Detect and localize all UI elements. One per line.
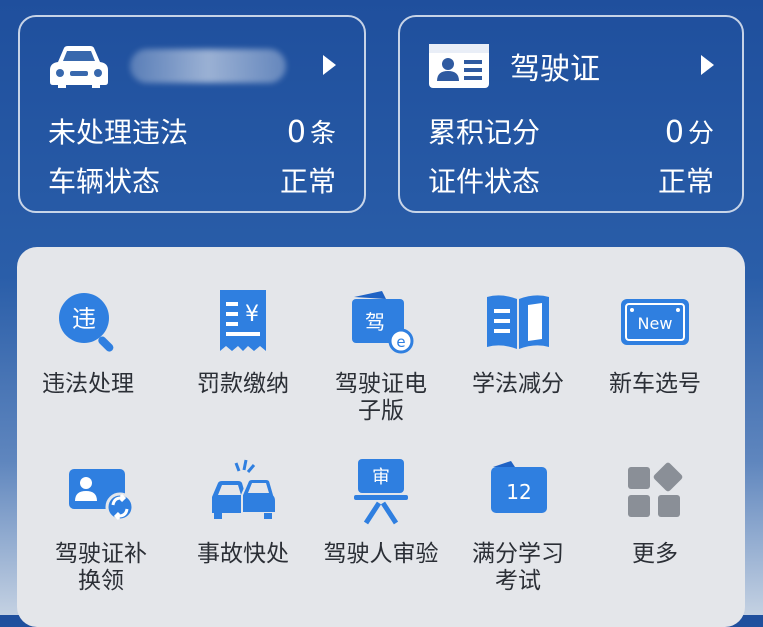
license-card-header[interactable]: 驾驶证 [428,43,718,89]
vehicle-status-row: 车辆状态 正常 [48,160,336,200]
service-driver-review[interactable]: 审 驾驶人审验 [313,457,449,568]
violation-icon-text: 违 [72,305,96,333]
license-status-value: 正常 [657,165,714,198]
new-plate-icon: New [621,299,689,345]
license-card-title: 驾驶证 [510,52,600,87]
accumulated-points-unit: 分 [687,119,714,149]
car-icon [50,46,108,88]
unprocessed-violations-label: 未处理违法 [48,116,189,149]
accumulated-points-row: 累积记分 0分 [428,111,714,151]
service-label: 事故快处 [197,541,289,567]
svg-text:e: e [396,333,405,351]
services-panel: 违 违法处理 ¥ 罚款缴纳 驾 e 驾驶证电子版 学法减分 New 新车选号 驾… [17,247,745,627]
vehicle-status-label: 车辆状态 [48,165,161,198]
service-label: 驾驶证电子版 [335,371,427,424]
service-label: 驾驶证补换领 [55,541,147,594]
service-label: 满分学习考试 [472,541,564,594]
accumulated-points-value: 0 [664,115,684,150]
driver-review-icon: 审 [354,459,408,525]
unprocessed-violations-unit: 条 [309,119,336,149]
new-plate-icon-text: New [638,314,673,333]
service-label: 违法处理 [42,371,134,397]
chevron-right-icon [701,55,714,75]
unprocessed-violations-row: 未处理违法 0条 [48,111,336,151]
service-law-study-points[interactable]: 学法减分 [450,287,586,398]
accumulated-points-label: 累积记分 [428,116,541,149]
service-label: 驾驶人审验 [323,541,439,567]
service-license-renewal[interactable]: 驾驶证补换领 [33,457,169,595]
vehicle-card-header[interactable] [48,43,340,89]
license-status-label: 证件状态 [428,165,541,198]
calendar-exam-icon: 12 [491,461,547,513]
license-status-row: 证件状态 正常 [428,160,714,200]
service-label: 学法减分 [472,371,564,397]
calendar-icon-text: 12 [506,480,531,504]
id-card-icon [429,44,489,88]
unprocessed-violations-count: 0 [286,115,306,150]
service-label: 罚款缴纳 [197,371,289,397]
e-license-icon: 驾 e [352,291,414,354]
chevron-right-icon [323,55,336,75]
service-e-license[interactable]: 驾 e 驾驶证电子版 [313,287,449,425]
e-license-icon-text: 驾 [365,310,385,334]
fine-receipt-icon: ¥ [220,290,266,351]
license-card[interactable]: 驾驶证 累积记分 0分 证件状态 正常 [398,15,744,213]
license-renew-icon [69,469,135,522]
vehicle-status-value: 正常 [279,165,336,198]
vehicle-card[interactable]: 未处理违法 0条 车辆状态 正常 [18,15,366,213]
driver-review-icon-text: 审 [372,467,390,488]
more-grid-icon [628,462,683,517]
violation-search-icon: 违 [59,293,114,352]
service-violation-handling[interactable]: 违 违法处理 [20,287,156,398]
service-label: 更多 [632,541,678,567]
service-full-points-exam[interactable]: 12 满分学习考试 [450,457,586,595]
service-accident-quick[interactable]: 事故快处 [175,457,311,568]
service-more[interactable]: 更多 [587,457,723,568]
fine-icon-text: ¥ [245,302,259,327]
open-book-icon [487,295,549,349]
car-accident-icon [212,459,277,519]
service-fine-payment[interactable]: ¥ 罚款缴纳 [175,287,311,398]
service-new-car-plate[interactable]: New 新车选号 [587,287,723,398]
service-label: 新车选号 [609,371,701,397]
license-plate-blurred [130,49,286,83]
